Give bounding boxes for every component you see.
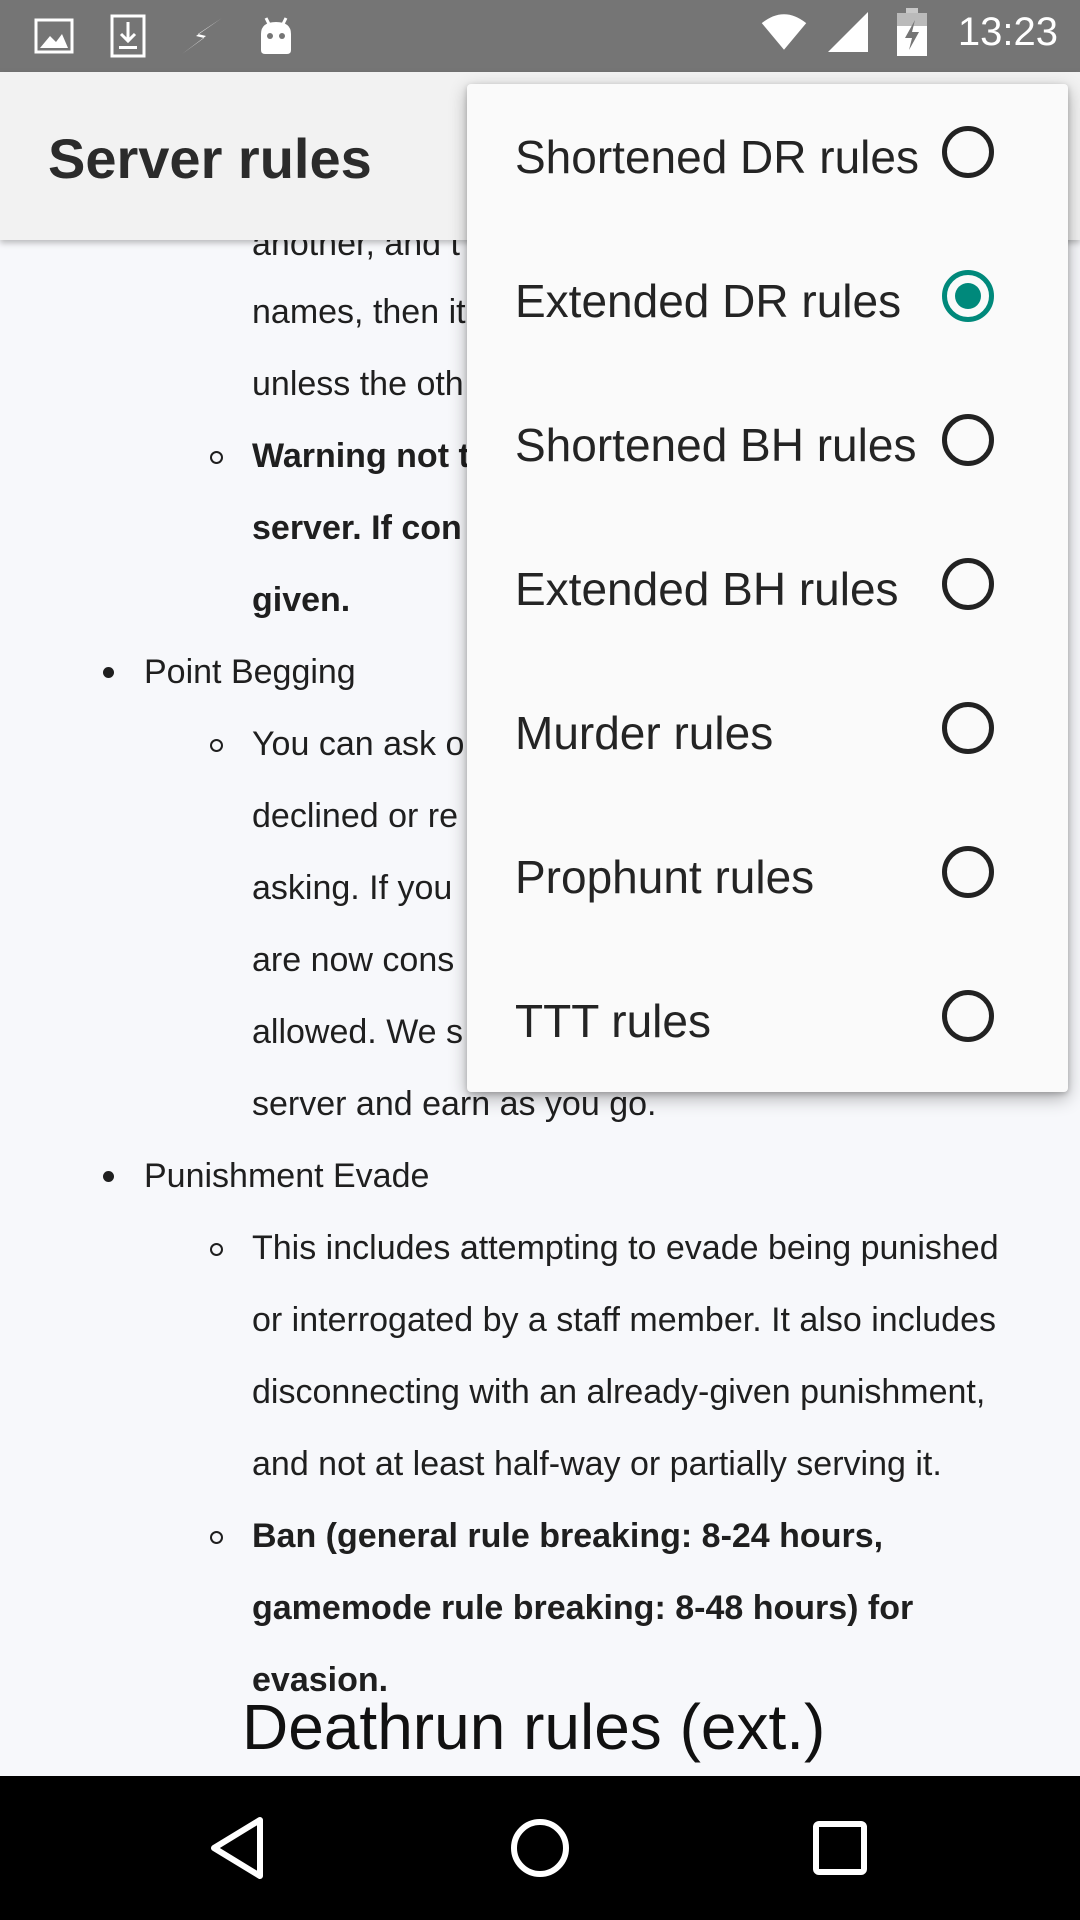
- menu-item-shortened-bh[interactable]: Shortened BH rules: [467, 372, 1068, 516]
- bullet: [103, 1171, 114, 1182]
- radio-button[interactable]: [942, 846, 994, 898]
- status-bar: 13:23: [0, 0, 1080, 72]
- content-line: or interrogated by a staff member. It al…: [252, 1301, 996, 1339]
- content-line: are now cons: [252, 941, 455, 979]
- android-icon: [252, 12, 300, 60]
- content-line: This includes attempting to evade being …: [252, 1229, 999, 1267]
- content-line: given.: [252, 581, 351, 619]
- content-line: declined or re: [252, 797, 459, 835]
- content-line: allowed. We s: [252, 1013, 464, 1051]
- content-line: asking. If you: [252, 869, 453, 907]
- rules-menu: Shortened DR rules Extended DR rules Sho…: [467, 84, 1068, 1092]
- menu-item-label: Extended BH rules: [515, 563, 899, 615]
- clock: 13:23: [957, 9, 1058, 54]
- back-icon: [211, 1817, 263, 1879]
- home-icon: [511, 1819, 569, 1877]
- sub-bullet: [210, 1243, 223, 1256]
- sub-bullet: [210, 1531, 223, 1544]
- content-line: You can ask o: [252, 725, 465, 763]
- back-button[interactable]: [204, 1812, 276, 1884]
- sub-bullet: [210, 739, 223, 752]
- radio-button[interactable]: [942, 558, 994, 610]
- menu-item-label: Shortened DR rules: [515, 131, 919, 183]
- content-line: and not at least half-way or partially s…: [252, 1445, 942, 1483]
- content-line: disconnecting with an already-given puni…: [252, 1373, 986, 1411]
- page-title: Server rules: [48, 127, 372, 190]
- radio-button-checked[interactable]: [942, 270, 994, 322]
- bullet: [103, 667, 114, 678]
- flash-icon: [178, 12, 226, 60]
- image-icon: [30, 12, 78, 60]
- menu-item-label: TTT rules: [515, 995, 711, 1047]
- menu-item-label: Extended DR rules: [515, 275, 902, 327]
- radio-button[interactable]: [942, 414, 994, 466]
- content-line: another, and t: [252, 240, 460, 263]
- menu-item-extended-bh[interactable]: Extended BH rules: [467, 516, 1068, 660]
- list-item-heading: Point Begging: [144, 653, 356, 691]
- menu-item-shortened-dr[interactable]: Shortened DR rules: [467, 84, 1068, 228]
- menu-item-prophunt[interactable]: Prophunt rules: [467, 804, 1068, 948]
- download-icon: [104, 12, 152, 60]
- notification-icons: [30, 12, 300, 60]
- list-item-heading: Punishment Evade: [144, 1157, 430, 1195]
- content-line: Ban (general rule breaking: 8-24 hours,: [252, 1517, 884, 1555]
- radio-button[interactable]: [942, 702, 994, 754]
- home-button[interactable]: [504, 1812, 576, 1884]
- menu-item-ttt[interactable]: TTT rules: [467, 948, 1068, 1092]
- content-line: names, then it: [252, 293, 466, 331]
- content-line: gamemode rule breaking: 8-48 hours) for: [252, 1589, 914, 1627]
- recents-button[interactable]: [804, 1812, 876, 1884]
- content-line: Warning not t: [252, 437, 470, 475]
- section-title: Deathrun rules (ext.): [242, 1691, 826, 1763]
- sub-bullet: [210, 451, 223, 464]
- content-line: unless the oth: [252, 365, 464, 403]
- radio-button[interactable]: [942, 126, 994, 178]
- menu-item-label: Shortened BH rules: [515, 419, 917, 471]
- recents-icon: [813, 1821, 867, 1875]
- signal-icon: [824, 8, 872, 56]
- content-line: server. If con: [252, 509, 462, 547]
- system-icons: 13:23: [760, 8, 1058, 56]
- menu-item-extended-dr[interactable]: Extended DR rules: [467, 228, 1068, 372]
- battery-charging-icon: [888, 8, 936, 56]
- menu-item-label: Murder rules: [515, 707, 774, 759]
- navigation-bar: [0, 1776, 1080, 1920]
- menu-item-label: Prophunt rules: [515, 851, 815, 903]
- radio-button[interactable]: [942, 990, 994, 1042]
- wifi-icon: [760, 8, 808, 56]
- menu-item-murder[interactable]: Murder rules: [467, 660, 1068, 804]
